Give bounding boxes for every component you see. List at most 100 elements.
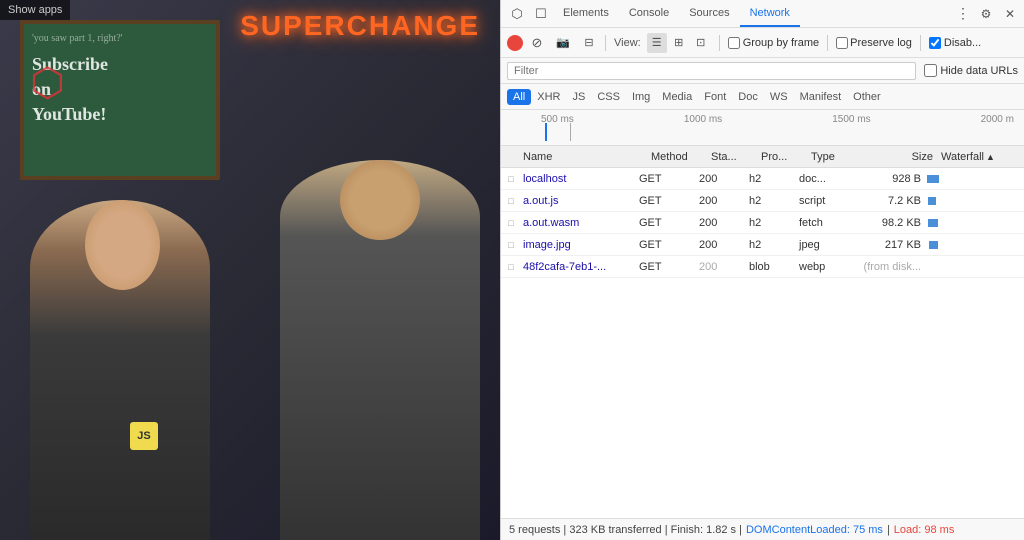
separator-2 (719, 35, 720, 51)
table-row[interactable]: □ localhost GET 200 h2 doc... 928 B (501, 168, 1024, 190)
type-filter-media[interactable]: Media (656, 89, 698, 105)
list-view-button[interactable]: ☰ (647, 33, 667, 53)
header-status[interactable]: Sta... (707, 151, 757, 163)
table-row[interactable]: □ 48f2cafa-7eb1-... GET 200 blob webp (f… (501, 256, 1024, 278)
settings-icon[interactable]: ⚙ (976, 4, 996, 24)
screenshot-view-button[interactable]: ⊞ (669, 33, 689, 53)
row-protocol-2: h2 (745, 217, 795, 229)
view-label: View: (614, 37, 641, 49)
sort-arrow-icon: ▲ (986, 152, 995, 162)
hide-data-urls-checkbox[interactable] (924, 64, 937, 77)
row-size-4: (from disk... (855, 261, 925, 273)
type-filter-img[interactable]: Img (626, 89, 656, 105)
group-by-frame-checkbox[interactable] (728, 37, 740, 49)
filter-input[interactable] (507, 62, 916, 80)
type-filter-manifest[interactable]: Manifest (794, 89, 848, 105)
row-checkbox-0[interactable]: □ (503, 171, 519, 187)
more-tabs-button[interactable]: ⋮ (950, 5, 976, 22)
row-protocol-3: h2 (745, 239, 795, 251)
network-timeline: 500 ms 1000 ms 1500 ms 2000 m (501, 110, 1024, 146)
row-checkbox-4[interactable]: □ (503, 259, 519, 275)
row-type-1: script (795, 195, 855, 207)
row-name-2: a.out.wasm (521, 217, 635, 229)
type-filter-js[interactable]: JS (566, 89, 591, 105)
show-apps-button[interactable]: Show apps (0, 0, 70, 20)
hide-data-urls-label[interactable]: Hide data URLs (924, 64, 1018, 77)
row-checkbox-2[interactable]: □ (503, 215, 519, 231)
type-filter-all[interactable]: All (507, 89, 531, 105)
timeline-bar-area (531, 123, 1014, 141)
network-table: Name Method Sta... Pro... Type Size Wate… (501, 146, 1024, 518)
row-type-3: jpeg (795, 239, 855, 251)
tab-network[interactable]: Network (740, 0, 800, 27)
row-name-1: a.out.js (521, 195, 635, 207)
hide-data-urls-text: Hide data URLs (940, 65, 1018, 77)
type-filter-ws[interactable]: WS (764, 89, 794, 105)
table-row[interactable]: □ image.jpg GET 200 h2 jpeg 217 KB (501, 234, 1024, 256)
tab-console[interactable]: Console (619, 0, 679, 27)
row-status-4: 200 (695, 261, 745, 273)
devtools-panel: ⬡ ☐ Elements Console Sources Network ⋮ ⚙… (500, 0, 1024, 540)
waterfall-view-button[interactable]: ⊡ (691, 33, 711, 53)
preserve-log-checkbox[interactable] (836, 37, 848, 49)
person-left (30, 200, 210, 540)
clear-button[interactable]: ⊘ (529, 35, 545, 51)
row-method-4: GET (635, 261, 695, 273)
row-type-0: doc... (795, 173, 855, 185)
record-button[interactable] (507, 35, 523, 51)
devtools-topbar: ⬡ ☐ Elements Console Sources Network ⋮ ⚙… (501, 0, 1024, 28)
row-waterfall-3 (925, 234, 1024, 255)
disable-cache-checkbox[interactable] (929, 37, 941, 49)
row-waterfall-1 (925, 190, 1024, 211)
header-protocol[interactable]: Pro... (757, 151, 807, 163)
type-filter-xhr[interactable]: XHR (531, 89, 566, 105)
status-separator: | (887, 524, 890, 536)
status-bar: 5 requests | 323 KB transferred | Finish… (501, 518, 1024, 540)
load-text[interactable]: Load: 98 ms (894, 524, 955, 536)
separator-1 (605, 35, 606, 51)
table-row[interactable]: □ a.out.js GET 200 h2 script 7.2 KB (501, 190, 1024, 212)
row-waterfall-4 (925, 256, 1024, 277)
dom-content-loaded-text[interactable]: DOMContentLoaded: 75 ms (746, 524, 883, 536)
disable-cache-label[interactable]: Disab... (929, 37, 981, 49)
header-type[interactable]: Type (807, 151, 867, 163)
type-filter-css[interactable]: CSS (591, 89, 626, 105)
header-name[interactable]: Name (517, 151, 647, 163)
network-toolbar: ⊘ 📷 ⊟ View: ☰ ⊞ ⊡ Group by frame Preserv… (501, 28, 1024, 58)
row-name-0: localhost (521, 173, 635, 185)
header-size[interactable]: Size (867, 151, 937, 163)
row-checkbox-1[interactable]: □ (503, 193, 519, 209)
filter-icon[interactable]: ⊟ (581, 35, 597, 51)
row-status-1: 200 (695, 195, 745, 207)
row-name-3: image.jpg (521, 239, 635, 251)
devtools-tabs: Elements Console Sources Network (553, 0, 950, 27)
type-filter-doc[interactable]: Doc (732, 89, 764, 105)
tab-elements[interactable]: Elements (553, 0, 619, 27)
view-icons: ☰ ⊞ ⊡ (647, 33, 711, 53)
separator-3 (827, 35, 828, 51)
table-row[interactable]: □ a.out.wasm GET 200 h2 fetch 98.2 KB (501, 212, 1024, 234)
preserve-log-label[interactable]: Preserve log (836, 37, 912, 49)
window-controls: ⚙ ✕ (976, 4, 1020, 24)
table-header: Name Method Sta... Pro... Type Size Wate… (501, 146, 1024, 168)
video-background: 'you saw part 1, right?' SubscribeonYouT… (0, 0, 500, 540)
type-filter-font[interactable]: Font (698, 89, 732, 105)
inspect-element-icon[interactable]: ⬡ (505, 2, 529, 26)
group-by-frame-label[interactable]: Group by frame (728, 37, 819, 49)
person-right (280, 160, 480, 540)
header-method[interactable]: Method (647, 151, 707, 163)
type-filter-bar: AllXHRJSCSSImgMediaFontDocWSManifestOthe… (501, 84, 1024, 110)
type-filter-other[interactable]: Other (847, 89, 887, 105)
tab-sources[interactable]: Sources (679, 0, 739, 27)
timeline-marker-2 (570, 123, 571, 141)
row-checkbox-3[interactable]: □ (503, 237, 519, 253)
row-protocol-0: h2 (745, 173, 795, 185)
group-by-frame-text: Group by frame (743, 37, 819, 49)
camera-icon[interactable]: 📷 (551, 31, 575, 55)
device-toggle-icon[interactable]: ☐ (529, 2, 553, 26)
disable-cache-text: Disab... (944, 37, 981, 49)
row-waterfall-0 (925, 168, 1024, 189)
head-left (85, 200, 160, 290)
header-waterfall[interactable]: Waterfall ▲ (937, 151, 1024, 163)
close-devtools-button[interactable]: ✕ (1000, 4, 1020, 24)
